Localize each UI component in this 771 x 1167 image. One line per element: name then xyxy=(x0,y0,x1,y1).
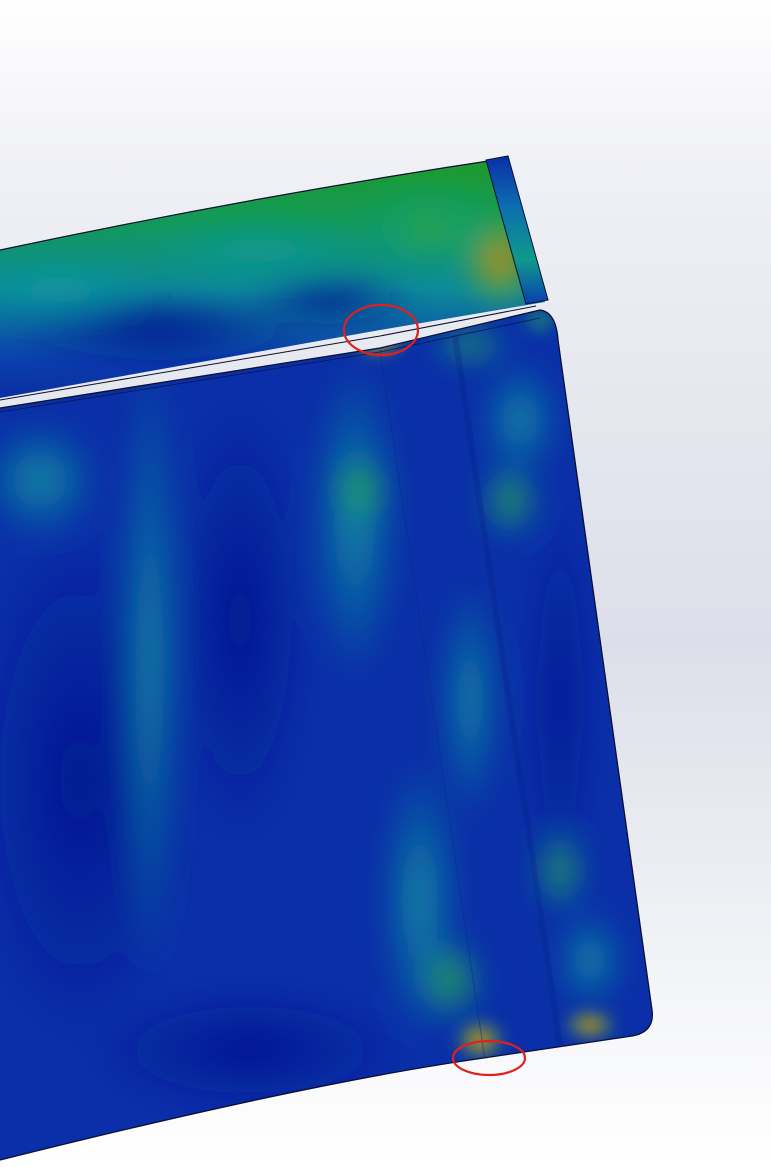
fea-render xyxy=(0,0,771,1167)
main-body-plate xyxy=(0,305,653,1161)
fea-stress-viewport[interactable] xyxy=(0,0,771,1167)
